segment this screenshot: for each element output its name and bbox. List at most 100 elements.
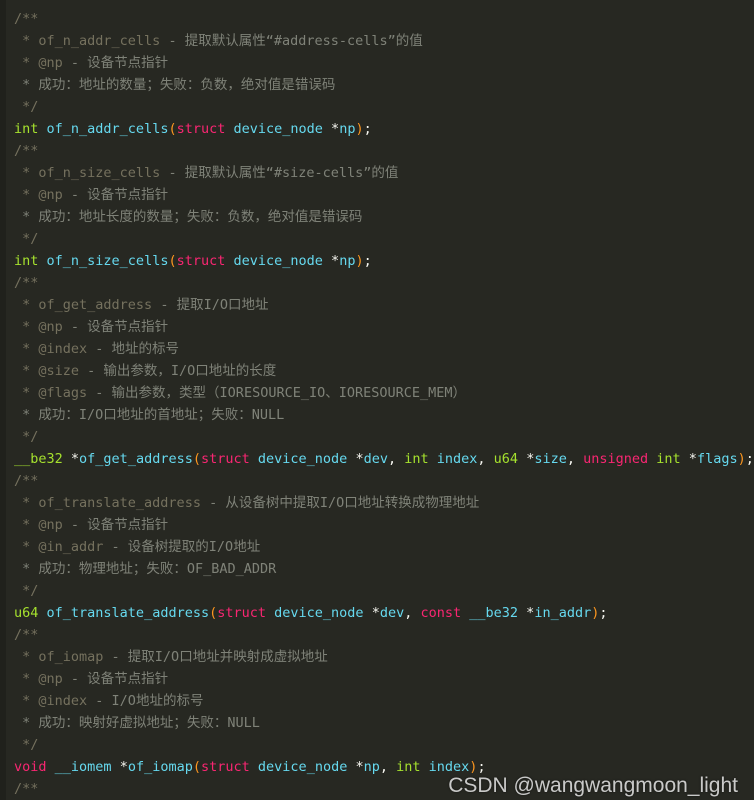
code-line: */: [14, 580, 754, 602]
code-token: ,: [387, 451, 405, 467]
code-token: - 设备节点指针: [62, 517, 169, 533]
code-token: ;: [745, 451, 754, 467]
code-token: unsigned: [583, 451, 649, 467]
code-token: struct: [200, 451, 250, 467]
code-token: *: [14, 385, 39, 401]
code-token: size: [534, 451, 567, 467]
code-token: device_node: [257, 759, 348, 775]
code-token: int: [404, 451, 429, 467]
code-token: *: [14, 297, 39, 313]
code-token: - 提取I/O口地址并映射成虚拟地址: [103, 649, 328, 665]
code-token: *: [363, 605, 380, 621]
code-token: *: [14, 33, 39, 49]
code-line: /**: [14, 778, 754, 800]
code-token: *: [347, 451, 364, 467]
code-token: np: [339, 121, 356, 137]
code-token: __iomem: [54, 759, 112, 775]
code-token: ;: [363, 253, 372, 269]
code-line: */: [14, 96, 754, 118]
code-token: - 设备节点指针: [62, 187, 169, 203]
code-token: * 成功：地址长度的数量；失败：负数，绝对值是错误码: [14, 209, 363, 225]
code-token: ): [355, 253, 364, 269]
code-token: of_get_address: [38, 297, 153, 313]
code-token: flags: [696, 451, 738, 467]
code-line: /**: [14, 140, 754, 162]
code-token: device_node: [233, 253, 323, 269]
code-token: * 成功：I/O口地址的首地址；失败：NULL: [14, 407, 285, 423]
code-token: - 设备节点指针: [62, 55, 169, 71]
code-line: * @index - I/O地址的标号: [14, 690, 754, 712]
code-token: __be32: [14, 451, 63, 467]
code-token: @np: [38, 319, 63, 335]
code-token: __be32: [469, 605, 519, 621]
code-token: int: [14, 121, 39, 137]
code-token: dev: [363, 451, 388, 467]
code-token: ;: [363, 121, 372, 137]
code-token: u64: [14, 605, 39, 621]
code-line: * 成功：映射好虚拟地址；失败：NULL: [14, 712, 754, 734]
code-token: @index: [38, 341, 88, 357]
code-token: - I/O地址的标号: [87, 693, 204, 709]
code-token: *: [62, 451, 80, 467]
code-token: */: [14, 737, 39, 753]
code-token: (: [209, 605, 218, 621]
code-token: in_addr: [534, 605, 592, 621]
code-token: * 成功：地址的数量；失败：负数，绝对值是错误码: [14, 77, 336, 93]
code-token: - 输出参数，I/O口地址的长度: [79, 363, 277, 379]
code-token: *: [14, 671, 39, 687]
code-token: u64: [493, 451, 519, 467]
code-token: @np: [38, 187, 63, 203]
code-token: */: [14, 583, 39, 599]
code-token: device_node: [233, 121, 323, 137]
code-token: ,: [404, 605, 421, 621]
code-line: * @np - 设备节点指针: [14, 316, 754, 338]
code-token: of_iomap: [127, 759, 193, 775]
code-token: *: [518, 451, 535, 467]
code-line: * 成功：地址长度的数量；失败：负数，绝对值是错误码: [14, 206, 754, 228]
code-token: (: [192, 759, 201, 775]
code-line: * @np - 设备节点指针: [14, 668, 754, 690]
code-token: *: [14, 55, 39, 71]
code-token: /**: [14, 473, 39, 489]
code-token: struct: [201, 759, 250, 775]
code-token: - 设备树提取的I/O地址: [103, 539, 261, 555]
code-token: struct: [217, 605, 267, 621]
code-token: */: [14, 429, 39, 445]
code-token: *: [14, 341, 39, 357]
code-token: @flags: [38, 385, 88, 401]
code-token: ;: [477, 759, 486, 775]
code-token: */: [14, 99, 39, 115]
code-line: * @np - 设备节点指针: [14, 514, 754, 536]
code-token: void: [14, 759, 47, 775]
code-line: */: [14, 228, 754, 250]
code-token: of_n_addr_cells: [46, 121, 169, 137]
code-token: *: [322, 253, 340, 269]
code-token: (: [168, 121, 177, 137]
code-token: */: [14, 231, 39, 247]
code-token: ;: [599, 605, 608, 621]
code-token: *: [14, 539, 39, 555]
code-line: * of_translate_address - 从设备树中提取I/O口地址转换…: [14, 492, 754, 514]
code-token: *: [14, 649, 39, 665]
code-token: of_translate_address: [46, 605, 210, 621]
code-line: */: [14, 426, 754, 448]
code-line: /**: [14, 470, 754, 492]
code-token: const: [420, 605, 462, 621]
code-line: * @in_addr - 设备树提取的I/O地址: [14, 536, 754, 558]
code-token: - 提取默认属性“#address-cells”的值: [160, 33, 423, 49]
code-lines-container[interactable]: /** * of_n_addr_cells - 提取默认属性“#address-…: [0, 8, 754, 800]
code-token: *: [14, 187, 39, 203]
code-token: - 提取I/O口地址: [152, 297, 269, 313]
code-line: * of_iomap - 提取I/O口地址并映射成虚拟地址: [14, 646, 754, 668]
code-token: index: [436, 451, 478, 467]
code-token: @index: [38, 693, 88, 709]
code-token: of_translate_address: [38, 495, 201, 511]
code-line: * @flags - 输出参数，类型（IORESOURCE_IO、IORESOU…: [14, 382, 754, 404]
code-token: device_node: [274, 605, 364, 621]
